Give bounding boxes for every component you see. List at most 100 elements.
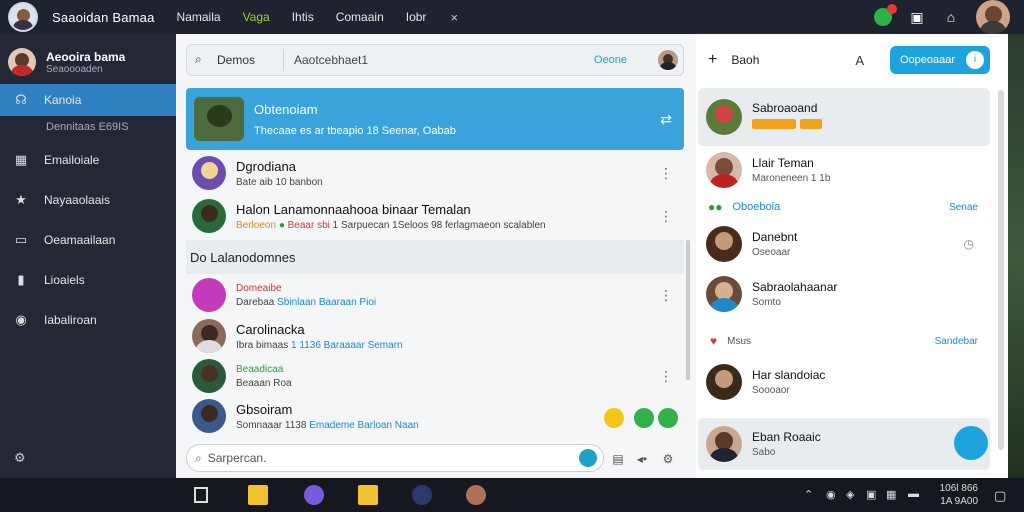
conversation-name: Halon Lanamonnaahooa binaar Temalan [236, 201, 471, 217]
folder-icon[interactable] [248, 485, 268, 505]
sidebar-item-nayaaolaais[interactable]: ★ Nayaaolaais [0, 184, 176, 216]
contacts-panel: + Baoh A Oopeoaaar i Sabroaoand Llair Tem… [696, 34, 1008, 478]
network-icon[interactable]: ▦ [886, 488, 896, 501]
send-reaction-icon[interactable] [634, 408, 654, 428]
window-icon[interactable] [194, 487, 208, 503]
chat-app-icon[interactable] [466, 485, 486, 505]
tab-ihtis[interactable]: Ihtis [292, 10, 314, 24]
more-options-icon[interactable]: ⋮ [656, 208, 676, 225]
contact-item[interactable]: Eban Roaaic Sabo [698, 418, 990, 470]
contact-item[interactable]: Sabroaoand [698, 88, 990, 146]
app-title: Saaoidan Bamaa [52, 9, 155, 25]
section-heading: Do Lalanodomnes [186, 240, 684, 274]
taskbar: ⌃ ◉ ◈ ▣ ▦ ▬ 106l 866 1A 9A00 ▢ [0, 478, 1024, 512]
files-icon[interactable] [358, 485, 378, 505]
composer-input[interactable]: Sarpercan. [208, 451, 579, 465]
tab-vaga[interactable]: Vaga [243, 10, 270, 24]
contact-item[interactable]: Danebnt Oseoaar ◷ [698, 224, 990, 264]
contact-name: Sabraolahaanar [752, 280, 838, 294]
audio-icon[interactable]: ◂• [634, 452, 650, 468]
contact-item[interactable]: Sabraolahaanar Somto [698, 274, 990, 314]
conversation-preview: Berloeon ● Beaar sbi 1 Sarpuecan 1Seloos… [236, 219, 546, 231]
more-options-icon[interactable]: ⋮ [656, 165, 676, 182]
contact-item[interactable]: ♥ Msus Sandebar [698, 328, 990, 354]
sidebar-item-label: Emailoiale [44, 153, 100, 167]
add-icon[interactable]: + [708, 51, 717, 69]
settings-icon[interactable]: ⚙ [660, 452, 676, 468]
pin-icon[interactable]: A [855, 53, 864, 68]
clock[interactable]: 106l 866 1A 9A00 [940, 482, 978, 508]
contact-name: Sabroaoand [752, 100, 818, 115]
shield-icon[interactable]: ◈ [846, 488, 854, 501]
notification-icon[interactable] [874, 4, 897, 26]
contact-name: Har slandoiac [752, 368, 826, 382]
close-tab-icon[interactable]: × [450, 10, 458, 25]
more-options-icon[interactable]: ⋮ [656, 368, 676, 385]
screenshot-icon[interactable]: ▣ [908, 8, 926, 26]
search-bar[interactable]: ⌕ Demos Aaotcebhaet1 Oeone [186, 44, 684, 76]
sidebar-item-lioaiels[interactable]: ▮ Lioaiels [0, 264, 176, 296]
contact-name: Llair Teman [752, 156, 814, 170]
sidebar-item-kanoia[interactable]: ☊ Kanoia [0, 84, 176, 116]
app-icon[interactable] [412, 485, 432, 505]
contact-item[interactable]: ●● Oboeboia Senae [698, 194, 990, 220]
search-avatar[interactable] [658, 50, 678, 70]
contact-avatar [192, 319, 226, 353]
scrollbar[interactable] [998, 90, 1004, 450]
pin-icon[interactable]: ⇄ [656, 111, 676, 128]
heart-icon: ♥ [710, 334, 718, 348]
sidebar-item-label: Oeamaailaan [44, 233, 116, 247]
contacts-action-button[interactable]: Oopeoaaar i [890, 46, 990, 74]
contact-avatar [706, 99, 742, 135]
attach-icon[interactable]: ▤ [610, 452, 626, 468]
sidebar-item-label: Kanoia [44, 93, 82, 107]
conversation-item[interactable]: Halon Lanamonnaahooa binaar Temalan Berl… [186, 196, 684, 236]
chevron-up-icon[interactable]: ⌃ [804, 488, 813, 501]
sidebar-item-oeamaailaan[interactable]: ▭ Oeamaailaan [0, 224, 176, 256]
more-options-icon[interactable]: ⋮ [656, 287, 676, 304]
location-fab-icon[interactable] [954, 426, 988, 460]
conversation-name: Dgrodiana [236, 158, 296, 174]
message-composer[interactable]: ⌕ Sarpercan. [186, 444, 604, 472]
contact-avatar [706, 276, 742, 312]
sidebar-subitem[interactable]: Dennitaas E69IS [0, 116, 176, 138]
conversation-item-selected[interactable]: Obtenoiam Thecaae es ar tbeapio 18 Seena… [186, 88, 684, 150]
conversation-name: Beaadicaa [236, 363, 284, 375]
contacts-header: + Baoh A Oopeoaaar i [696, 34, 1008, 86]
tab-iobr[interactable]: Iobr [406, 10, 427, 24]
contact-status: Oseoaar [752, 247, 791, 258]
contact-avatar [192, 399, 226, 433]
profile-subtitle: Seaoooaden [46, 63, 103, 75]
user-avatar[interactable] [976, 0, 1010, 34]
scrollbar[interactable] [686, 240, 690, 380]
tab-namaila[interactable]: Namaila [177, 10, 221, 24]
contact-item[interactable]: Har slandoiac Soooaor [698, 360, 990, 404]
battery-icon[interactable]: ▬ [908, 488, 919, 500]
lock-icon[interactable]: ▣ [866, 488, 876, 501]
search-input[interactable]: Aaotcebhaet1 [294, 53, 594, 67]
briefcase-icon: ▦ [14, 152, 28, 167]
conversation-item[interactable]: Beaadicaa Beaaan Roa ⋮ [186, 358, 684, 394]
emoji-reaction-icon[interactable] [604, 408, 624, 428]
contact-tag: Senae [949, 201, 978, 213]
sidebar-item-iabaliroan[interactable]: ◉ Iabaliroan [0, 304, 176, 336]
contact-status: Maroneneen 1 1b [752, 173, 831, 184]
contact-status: Soooaor [752, 385, 790, 396]
call-reaction-icon[interactable] [658, 408, 678, 428]
conversation-item[interactable]: Dgrodiana Bate aib 10 banbon ⋮ [186, 154, 684, 192]
sidebar-item-emailoiale[interactable]: ▦ Emailoiale [0, 144, 176, 176]
settings-icon[interactable]: ⚙ [14, 450, 26, 466]
send-icon[interactable] [579, 449, 597, 467]
conversation-item[interactable]: Domeaibe Darebaa Sbinlaan Baaraan Pioi ⋮ [186, 278, 684, 312]
location-icon[interactable]: ◉ [826, 488, 836, 501]
notifications-icon[interactable]: ▢ [994, 488, 1006, 504]
home-icon[interactable]: ⌂ [942, 8, 960, 26]
profile-card[interactable]: Aeooira bama Seaoooaden [0, 34, 176, 84]
tab-comaain[interactable]: Comaain [336, 10, 384, 24]
conversation-name: Carolinacka [236, 321, 305, 337]
sidebar-item-label: Iabaliroan [44, 313, 97, 327]
conversation-item[interactable]: Carolinacka Ibra bimaas 1 1136 Baraaaar … [186, 316, 684, 356]
browser-icon[interactable] [304, 485, 324, 505]
search-scope-label[interactable]: Demos [217, 53, 273, 67]
contact-item[interactable]: Llair Teman Maroneneen 1 1b [698, 150, 990, 190]
